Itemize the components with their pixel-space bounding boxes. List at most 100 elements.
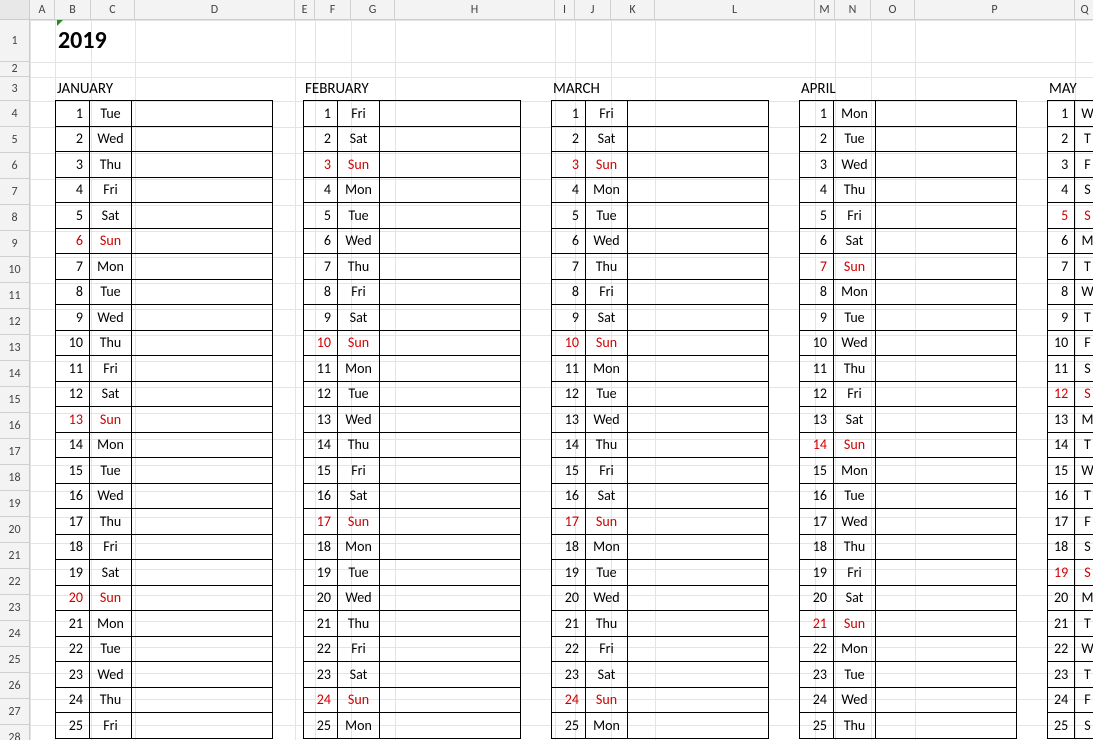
day-number[interactable]: 19	[552, 560, 586, 586]
day-note[interactable]	[132, 713, 273, 739]
day-note[interactable]	[132, 534, 273, 560]
day-note[interactable]	[628, 509, 769, 535]
calendar-row[interactable]: 23Wed	[56, 662, 273, 688]
calendar-row[interactable]: 9T	[1048, 305, 1093, 331]
row-header-1[interactable]: 1	[0, 20, 29, 62]
day-number[interactable]: 8	[304, 279, 338, 305]
row-header-20[interactable]: 20	[0, 517, 29, 543]
day-number[interactable]: 11	[56, 356, 90, 382]
day-of-week[interactable]: Sat	[586, 305, 628, 331]
day-of-week[interactable]: Tue	[338, 203, 380, 229]
day-of-week[interactable]: S	[1075, 713, 1093, 739]
day-number[interactable]: 7	[552, 254, 586, 280]
day-number[interactable]: 15	[56, 458, 90, 484]
day-note[interactable]	[876, 177, 1017, 203]
day-number[interactable]: 20	[1048, 585, 1075, 611]
day-note[interactable]	[380, 203, 521, 229]
day-of-week[interactable]: Tue	[586, 203, 628, 229]
calendar-row[interactable]: 23Tue	[800, 662, 1017, 688]
day-note[interactable]	[132, 356, 273, 382]
day-of-week[interactable]: Thu	[338, 611, 380, 637]
day-note[interactable]	[628, 662, 769, 688]
day-of-week[interactable]: Fri	[834, 560, 876, 586]
calendar-row[interactable]: 13Sat	[800, 407, 1017, 433]
day-number[interactable]: 6	[1048, 228, 1075, 254]
calendar-row[interactable]: 12Sat	[56, 381, 273, 407]
calendar-row[interactable]: 18Mon	[304, 534, 521, 560]
calendar-row[interactable]: 17F	[1048, 509, 1093, 535]
day-note[interactable]	[380, 509, 521, 535]
calendar-row[interactable]: 1Mon	[800, 101, 1017, 127]
calendar-row[interactable]: 9Wed	[56, 305, 273, 331]
calendar-row[interactable]: 8Fri	[304, 279, 521, 305]
calendar-row[interactable]: 3Sun	[552, 152, 769, 178]
day-number[interactable]: 8	[1048, 279, 1075, 305]
row-header-12[interactable]: 12	[0, 309, 29, 335]
day-number[interactable]: 5	[1048, 203, 1075, 229]
column-header-G[interactable]: G	[351, 0, 395, 19]
row-header-23[interactable]: 23	[0, 595, 29, 621]
day-note[interactable]	[628, 279, 769, 305]
day-of-week[interactable]: Wed	[338, 228, 380, 254]
day-of-week[interactable]: Sat	[90, 203, 132, 229]
column-header-J[interactable]: J	[575, 0, 611, 19]
day-number[interactable]: 14	[56, 432, 90, 458]
day-number[interactable]: 25	[56, 713, 90, 739]
day-number[interactable]: 16	[552, 483, 586, 509]
day-number[interactable]: 13	[1048, 407, 1075, 433]
calendar-row[interactable]: 22Fri	[304, 636, 521, 662]
day-of-week[interactable]: Sat	[338, 662, 380, 688]
column-header-Q[interactable]: Q	[1075, 0, 1093, 19]
calendar-row[interactable]: 17Wed	[800, 509, 1017, 535]
day-note[interactable]	[628, 254, 769, 280]
day-note[interactable]	[132, 126, 273, 152]
day-number[interactable]: 1	[56, 101, 90, 127]
calendar-row[interactable]: 7Sun	[800, 254, 1017, 280]
calendar-row[interactable]: 22Fri	[552, 636, 769, 662]
calendar-row[interactable]: 24F	[1048, 687, 1093, 713]
day-note[interactable]	[876, 152, 1017, 178]
day-note[interactable]	[876, 126, 1017, 152]
day-note[interactable]	[876, 381, 1017, 407]
day-of-week[interactable]: Sun	[90, 585, 132, 611]
calendar-row[interactable]: 2Sat	[304, 126, 521, 152]
calendar-row[interactable]: 15Mon	[800, 458, 1017, 484]
day-number[interactable]: 19	[304, 560, 338, 586]
day-note[interactable]	[628, 560, 769, 586]
day-number[interactable]: 2	[800, 126, 834, 152]
calendar-row[interactable]: 4S	[1048, 177, 1093, 203]
day-note[interactable]	[380, 432, 521, 458]
calendar-row[interactable]: 18Fri	[56, 534, 273, 560]
calendar-row[interactable]: 25Fri	[56, 713, 273, 739]
calendar-row[interactable]: 9Sat	[552, 305, 769, 331]
day-note[interactable]	[876, 101, 1017, 127]
day-note[interactable]	[628, 713, 769, 739]
calendar-row[interactable]: 22Mon	[800, 636, 1017, 662]
calendar-row[interactable]: 15W	[1048, 458, 1093, 484]
calendar-row[interactable]: 24Thu	[56, 687, 273, 713]
calendar-row[interactable]: 10Sun	[552, 330, 769, 356]
day-number[interactable]: 22	[1048, 636, 1075, 662]
day-note[interactable]	[380, 330, 521, 356]
day-of-week[interactable]: Fri	[90, 177, 132, 203]
day-note[interactable]	[628, 687, 769, 713]
calendar-row[interactable]: 14Sun	[800, 432, 1017, 458]
calendar-row[interactable]: 6Sun	[56, 228, 273, 254]
day-of-week[interactable]: T	[1075, 611, 1093, 637]
day-note[interactable]	[380, 458, 521, 484]
calendar-row[interactable]: 17Sun	[304, 509, 521, 535]
day-note[interactable]	[628, 483, 769, 509]
day-of-week[interactable]: Sun	[338, 330, 380, 356]
day-note[interactable]	[132, 101, 273, 127]
day-number[interactable]: 10	[552, 330, 586, 356]
calendar-row[interactable]: 7T	[1048, 254, 1093, 280]
day-number[interactable]: 7	[800, 254, 834, 280]
day-number[interactable]: 19	[800, 560, 834, 586]
column-header-N[interactable]: N	[835, 0, 871, 19]
day-of-week[interactable]: Sun	[338, 687, 380, 713]
calendar-row[interactable]: 1Fri	[552, 101, 769, 127]
calendar-row[interactable]: 5S	[1048, 203, 1093, 229]
calendar-row[interactable]: 12Fri	[800, 381, 1017, 407]
day-of-week[interactable]: Sat	[834, 407, 876, 433]
day-number[interactable]: 21	[552, 611, 586, 637]
